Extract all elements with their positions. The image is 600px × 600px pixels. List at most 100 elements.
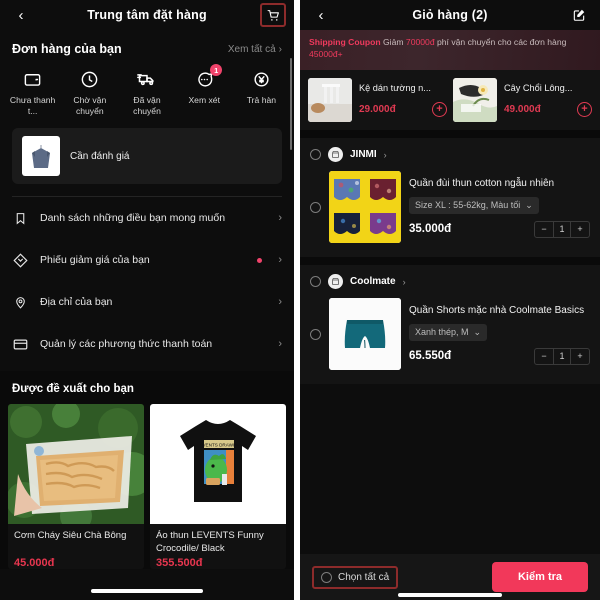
- back-button[interactable]: ‹: [8, 3, 34, 27]
- promo-product-name: Kệ dán tường n...: [359, 83, 431, 93]
- cart-body: Shipping Coupon Giảm 70000đ phí vận chuy…: [300, 30, 600, 600]
- status-item-review[interactable]: 1 Xem xét: [176, 64, 233, 116]
- cart-item-info: Quần Shorts mặc nhà Coolmate Basics Xanh…: [409, 304, 590, 365]
- status-item-awaiting-shipment[interactable]: Chờ vận chuyển: [61, 68, 118, 116]
- status-label: Đã vận chuyển: [133, 95, 161, 116]
- radio-unchecked-icon[interactable]: [310, 149, 321, 160]
- menu-item-label: Quản lý các phương thức thanh toán: [40, 338, 213, 351]
- cart-header: ‹ Giỏ hàng (2): [300, 0, 600, 30]
- recommended-product-card[interactable]: LEVENTS DRAWING Áo thun LEVENTS Funny Cr…: [150, 404, 286, 570]
- recommendations-title: Được đề xuất cho bạn: [12, 383, 134, 396]
- cart-button[interactable]: [260, 3, 286, 27]
- your-orders-section-header: Đơn hàng của bạn Xem tất cả ›: [0, 30, 294, 64]
- chevron-left-icon: ‹: [318, 6, 324, 24]
- clock-icon: [79, 68, 101, 90]
- coupon-threshold-amount: 45000đ+: [309, 49, 343, 60]
- recommended-product-price: 355.500đ: [156, 557, 203, 570]
- chevron-right-icon: ›: [278, 212, 282, 225]
- quantity-stepper[interactable]: − 1 +: [534, 220, 590, 238]
- teal-shorts-photo[interactable]: [329, 298, 401, 370]
- shopping-cart-panel: ‹ Giỏ hàng (2) Shipping Coupon Giảm 7000…: [300, 0, 600, 600]
- vertical-scrollbar[interactable]: [290, 58, 292, 150]
- section-gap: [300, 130, 600, 138]
- cart-shop-group: JINMI › Quần đùi thun cotton ngẫu nhiên …: [300, 138, 600, 257]
- coupon-text-mid: phí vận chuyển cho các đơn hàng: [434, 37, 567, 47]
- location-pin-icon: [12, 294, 28, 310]
- store-icon: [328, 274, 343, 289]
- menu-item-address[interactable]: Địa chỉ của bạn ›: [0, 281, 294, 323]
- edit-button[interactable]: [566, 3, 592, 27]
- order-center-scroll-area[interactable]: Đơn hàng của bạn Xem tất cả › Chưa thanh…: [0, 30, 294, 600]
- quantity-value: 1: [553, 348, 571, 364]
- cart-item-bottom: 35.000đ − 1 +: [409, 220, 590, 238]
- radio-unchecked-icon[interactable]: [321, 571, 332, 583]
- home-indicator: [91, 589, 203, 593]
- page-title: Trung tâm đặt hàng: [87, 8, 207, 22]
- variant-selector[interactable]: Xanh thép, M ⌄: [409, 323, 488, 341]
- refund-yen-icon: [250, 68, 272, 90]
- promo-product-card[interactable]: Kệ dán tường n... 29.000đ +: [308, 78, 447, 122]
- promo-product-bottom: 49.000đ +: [504, 102, 592, 117]
- increase-quantity-button[interactable]: +: [571, 222, 589, 237]
- status-label: Trả hàn: [246, 95, 277, 105]
- empty-space: [300, 384, 600, 554]
- status-label: Xem xét: [188, 95, 220, 105]
- status-item-unpaid[interactable]: Chưa thanh t...: [4, 68, 61, 116]
- coupon-text-before: Giảm: [383, 37, 406, 47]
- variant-label: Size XL : 55-62kg, Màu tối: [415, 200, 521, 210]
- checkout-button[interactable]: Kiểm tra: [492, 562, 588, 592]
- select-all-button[interactable]: Chọn tất cả: [312, 565, 399, 589]
- chevron-left-icon: ‹: [18, 6, 24, 24]
- decrease-quantity-button[interactable]: −: [535, 222, 553, 237]
- coupon-icon: [12, 252, 28, 268]
- pending-review-card[interactable]: Cần đánh giá: [12, 128, 282, 185]
- variant-label: Xanh thép, M: [415, 327, 469, 337]
- black-tshirt-photo: LEVENTS DRAWING: [150, 404, 286, 525]
- shop-name[interactable]: Coolmate: [350, 276, 396, 287]
- promo-product-info: Cây Chổi Lông... 49.000đ +: [504, 83, 592, 117]
- boxer-shorts-grid-photo[interactable]: [329, 171, 401, 243]
- back-button[interactable]: ‹: [308, 3, 334, 27]
- status-item-returns[interactable]: Trả hàn: [233, 68, 290, 116]
- decrease-quantity-button[interactable]: −: [535, 349, 553, 364]
- cart-item-name: Quần đùi thun cotton ngẫu nhiên: [409, 177, 555, 189]
- menu-item-wishlist[interactable]: Danh sách những điều bạn mong muốn ›: [0, 197, 294, 239]
- menu-item-label: Địa chỉ của bạn: [40, 296, 113, 309]
- plus-circle-icon[interactable]: +: [577, 102, 592, 117]
- order-center-panel: ‹ Trung tâm đặt hàng Đơn hàng của bạn Xe…: [0, 0, 294, 600]
- recommendations-section: Được đề xuất cho bạn Cơm Cháy Siêu Chà B…: [0, 371, 294, 570]
- recommended-product-card[interactable]: Cơm Cháy Siêu Chà Bông 45.000đ: [8, 404, 144, 570]
- shipping-coupon-banner[interactable]: Shipping Coupon Giảm 70000đ phí vận chuy…: [300, 30, 600, 70]
- home-indicator: [398, 593, 502, 597]
- recommended-product-price: 45.000đ: [14, 557, 55, 570]
- cart-item-price: 65.550đ: [409, 350, 452, 362]
- notification-dot: [257, 257, 263, 263]
- bookmark-icon: [12, 210, 28, 226]
- order-center-header: ‹ Trung tâm đặt hàng: [0, 0, 294, 30]
- promo-products-row: Kệ dán tường n... 29.000đ + Cây Chổi Lôn…: [300, 70, 600, 130]
- coupon-tag: Shipping Coupon: [309, 37, 381, 47]
- radio-unchecked-icon[interactable]: [310, 276, 321, 287]
- menu-item-payment-methods[interactable]: Quản lý các phương thức thanh toán ›: [0, 323, 294, 365]
- status-badge: 1: [210, 64, 223, 76]
- plus-circle-icon[interactable]: +: [432, 102, 447, 117]
- promo-product-price: 49.000đ: [504, 104, 541, 115]
- cart-item-bottom: 65.550đ − 1 +: [409, 347, 590, 365]
- increase-quantity-button[interactable]: +: [571, 349, 589, 364]
- quantity-stepper[interactable]: − 1 +: [534, 347, 590, 365]
- truck-icon: [136, 68, 158, 90]
- shop-name[interactable]: JINMI: [350, 149, 377, 160]
- menu-item-coupons[interactable]: Phiếu giảm giá của bạn ›: [0, 239, 294, 281]
- coupon-discount-amount: 70000đ: [405, 37, 435, 47]
- credit-card-icon: [12, 336, 28, 352]
- cart-item: Quần Shorts mặc nhà Coolmate Basics Xanh…: [300, 294, 600, 378]
- see-all-button[interactable]: Xem tất cả ›: [228, 44, 282, 55]
- variant-selector[interactable]: Size XL : 55-62kg, Màu tối ⌄: [409, 196, 539, 214]
- status-item-shipped[interactable]: Đã vận chuyển: [118, 68, 175, 116]
- promo-product-bottom: 29.000đ +: [359, 102, 447, 117]
- radio-unchecked-icon[interactable]: [310, 201, 321, 213]
- radio-unchecked-icon[interactable]: [310, 328, 321, 340]
- promo-product-card[interactable]: Cây Chổi Lông... 49.000đ +: [453, 78, 592, 122]
- store-icon: [328, 147, 343, 162]
- shop-header: Coolmate ›: [300, 265, 600, 294]
